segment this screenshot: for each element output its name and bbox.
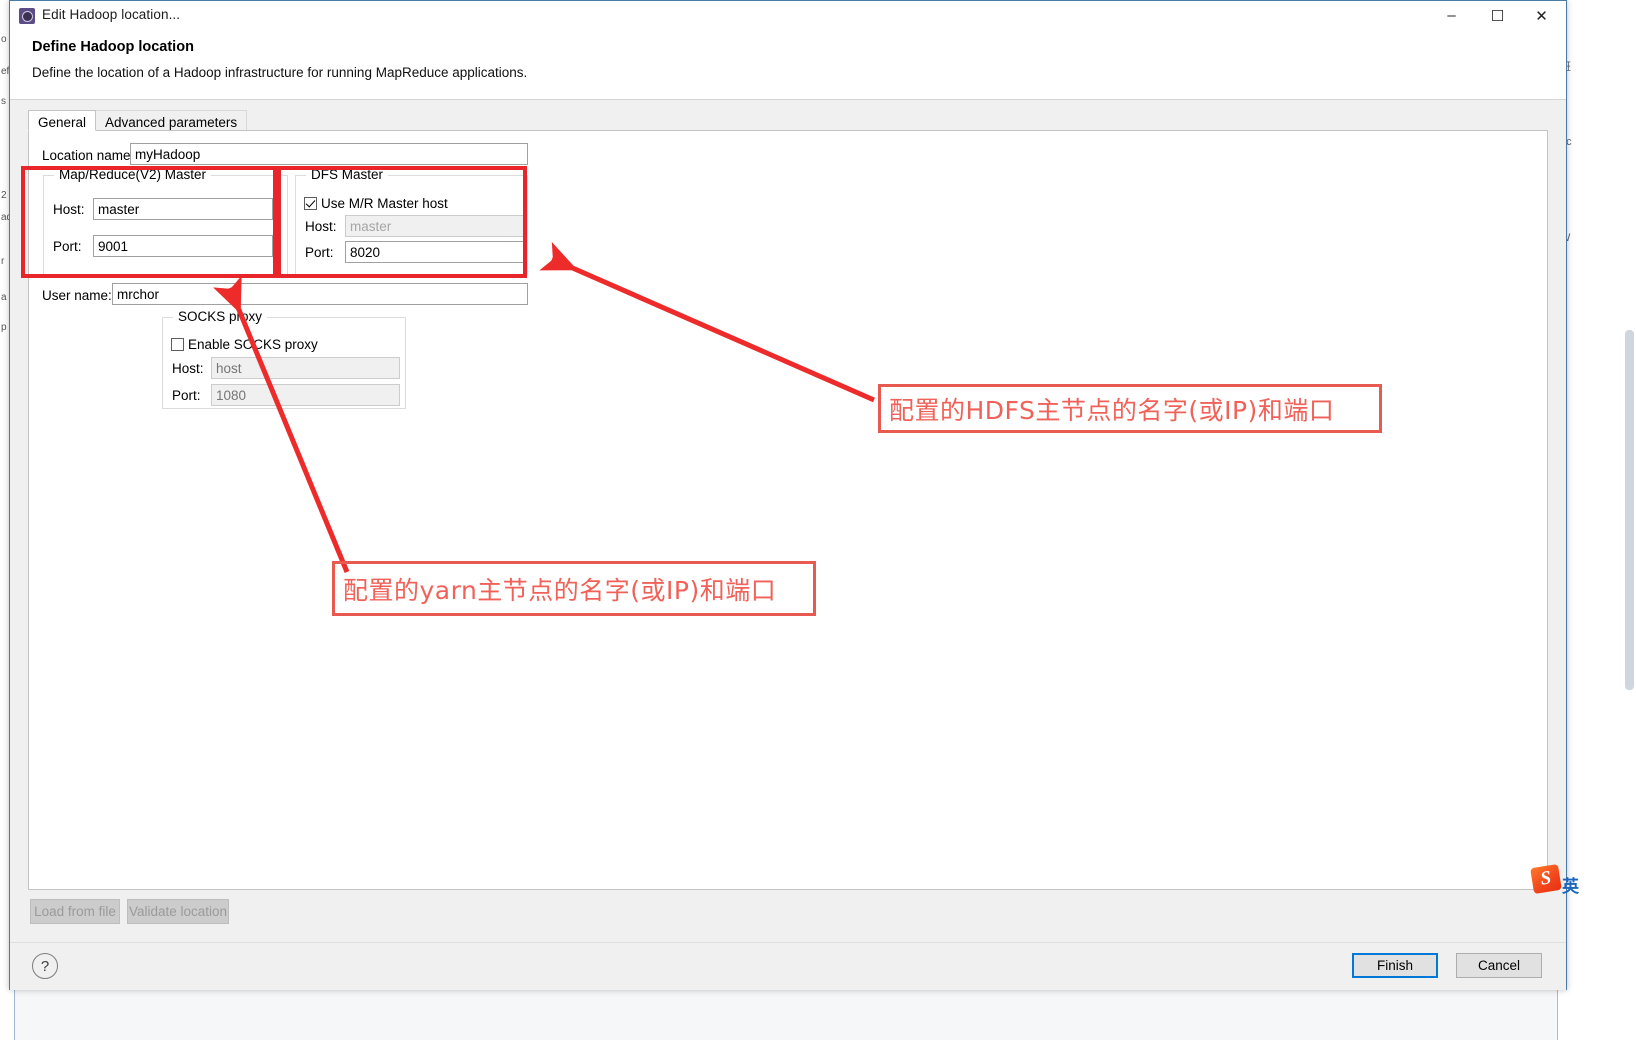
socks-host-label: Host: bbox=[172, 361, 204, 376]
user-name-input[interactable] bbox=[112, 283, 528, 305]
use-mr-master-host-checkbox[interactable]: Use M/R Master host bbox=[304, 196, 448, 211]
bg-left-fragment: s bbox=[1, 96, 6, 107]
location-name-label: Location name: bbox=[42, 148, 135, 163]
tab-general[interactable]: General bbox=[28, 110, 97, 131]
socks-proxy-group-title: SOCKS proxy bbox=[173, 309, 268, 324]
tab-strip: General Advanced parameters bbox=[28, 109, 248, 131]
mapreduce-master-group: Map/Reduce(V2) Master Host: Port: bbox=[43, 167, 288, 275]
close-button[interactable]: ✕ bbox=[1519, 1, 1564, 30]
hadoop-elephant-icon bbox=[19, 8, 35, 24]
dialog-body: General Advanced parameters Location nam… bbox=[10, 100, 1566, 944]
socks-proxy-group: SOCKS proxy Enable SOCKS proxy Host: Por… bbox=[162, 309, 406, 409]
mr-host-input[interactable] bbox=[93, 198, 273, 220]
dialog-footer: ? Finish Cancel bbox=[10, 942, 1566, 990]
background-scrollbar[interactable] bbox=[1625, 330, 1634, 690]
dialog-title: Edit Hadoop location... bbox=[42, 7, 181, 22]
checkbox-check-icon bbox=[304, 197, 317, 210]
dfs-port-input[interactable] bbox=[345, 241, 525, 263]
tab-panel-general: Location name: Map/Reduce(V2) Master Hos… bbox=[28, 130, 1548, 890]
socks-host-input bbox=[211, 357, 400, 379]
dfs-master-group: DFS Master Use M/R Master host Host: Por… bbox=[295, 167, 528, 275]
enable-socks-proxy-label: Enable SOCKS proxy bbox=[188, 337, 318, 352]
tab-advanced-parameters[interactable]: Advanced parameters bbox=[95, 110, 248, 131]
load-from-file-button[interactable]: Load from file bbox=[30, 899, 120, 924]
dialog-header: Define Hadoop location Define the locati… bbox=[10, 31, 1566, 100]
page-subtitle: Define the location of a Hadoop infrastr… bbox=[32, 65, 528, 80]
location-name-input[interactable] bbox=[130, 143, 528, 165]
bg-left-fragment: o bbox=[1, 34, 7, 45]
bg-left-fragment: 2 bbox=[1, 190, 7, 201]
bg-left-fragment: r bbox=[1, 256, 5, 267]
minimize-button[interactable]: – bbox=[1429, 1, 1474, 30]
socks-port-label: Port: bbox=[172, 388, 201, 403]
user-name-label: User name: bbox=[42, 288, 112, 303]
bg-left-fragment: a bbox=[1, 292, 7, 303]
mr-port-label: Port: bbox=[53, 239, 82, 254]
use-mr-master-host-label: Use M/R Master host bbox=[321, 196, 448, 211]
dfs-master-group-title: DFS Master bbox=[306, 167, 389, 182]
dialog-titlebar: Edit Hadoop location... – ☐ ✕ bbox=[10, 1, 1566, 31]
checkbox-empty-icon bbox=[171, 338, 184, 351]
dfs-host-input bbox=[345, 215, 525, 237]
cancel-button[interactable]: Cancel bbox=[1456, 953, 1542, 978]
edit-hadoop-location-dialog: Edit Hadoop location... – ☐ ✕ Define Had… bbox=[9, 0, 1567, 990]
dfs-port-label: Port: bbox=[305, 245, 334, 260]
mr-port-input[interactable] bbox=[93, 235, 273, 257]
background-right-panel: 班 oc l W g bbox=[1557, 0, 1636, 1040]
finish-button[interactable]: Finish bbox=[1352, 953, 1438, 978]
help-icon[interactable]: ? bbox=[32, 953, 58, 979]
enable-socks-proxy-checkbox[interactable]: Enable SOCKS proxy bbox=[171, 337, 318, 352]
page-title: Define Hadoop location bbox=[32, 39, 194, 55]
maximize-button[interactable]: ☐ bbox=[1475, 1, 1520, 30]
mapreduce-master-group-title: Map/Reduce(V2) Master bbox=[54, 167, 212, 182]
bg-left-fragment: p bbox=[1, 322, 7, 333]
mr-host-label: Host: bbox=[53, 202, 85, 217]
validate-location-button[interactable]: Validate location bbox=[127, 899, 229, 924]
dfs-host-label: Host: bbox=[305, 219, 337, 234]
socks-port-input bbox=[211, 384, 400, 406]
